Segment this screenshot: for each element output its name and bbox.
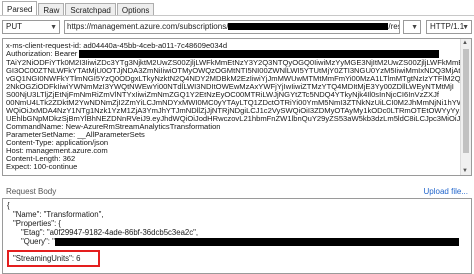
url-dropdown[interactable]: ▼: [403, 20, 421, 34]
protocol-select[interactable]: HTTP/1.1 ▼: [426, 20, 472, 34]
body-line: "Name": "Transformation",: [13, 210, 104, 219]
scroll-up-icon[interactable]: ▲: [462, 40, 468, 46]
chevron-down-icon: ▼: [50, 24, 57, 31]
method-value: PUT: [6, 22, 22, 31]
tab-parsed[interactable]: Parsed: [2, 1, 38, 16]
request-headers-textarea[interactable]: x-ms-client-request-id: ad04440a-45bb-4c…: [2, 38, 472, 176]
body-line: "Properties": {: [13, 219, 62, 228]
body-line: "Query": ": [21, 237, 469, 246]
url-suffix: /resourcegro: [388, 22, 399, 31]
tab-bar: Parsed Raw Scratchpad Options: [2, 1, 155, 16]
scrollbar-thumb[interactable]: [463, 49, 469, 153]
header-line: Expect: 100-continue: [6, 162, 78, 171]
query-key: "Query": ": [21, 237, 55, 246]
redacted-query: [54, 237, 459, 246]
header-authorization: Authorization: Bearer: [6, 49, 80, 58]
url-input[interactable]: https://management.azure.com/subscriptio…: [64, 20, 400, 34]
request-body-textarea[interactable]: { "Name": "Transformation", "Properties"…: [2, 198, 472, 274]
protocol-value: HTTP/1.1: [430, 22, 465, 31]
headers-scrollbar[interactable]: ▲ ▼: [460, 39, 471, 175]
chevron-down-icon: ▼: [411, 24, 418, 31]
method-select[interactable]: PUT ▼: [2, 20, 60, 34]
body-line: "Etag": "a0f29947-9182-4ade-86bf-36dcb5c…: [21, 228, 199, 237]
body-line: {: [7, 201, 10, 210]
chevron-down-icon: ▼: [462, 24, 469, 31]
request-body-label: Request Body: [6, 187, 57, 196]
header-line: Authorization: Bearer: [6, 49, 461, 58]
streaming-units-highlight: [7, 250, 100, 267]
scroll-down-icon[interactable]: ▼: [462, 168, 468, 174]
redacted-token: [79, 50, 440, 58]
redacted-subscription: [228, 23, 389, 31]
tab-divider: [0, 15, 474, 16]
request-line: PUT ▼ https://management.azure.com/subsc…: [2, 20, 472, 35]
url-prefix: https://management.azure.com/subscriptio…: [67, 22, 229, 31]
upload-file-link[interactable]: Upload file...: [424, 187, 468, 196]
